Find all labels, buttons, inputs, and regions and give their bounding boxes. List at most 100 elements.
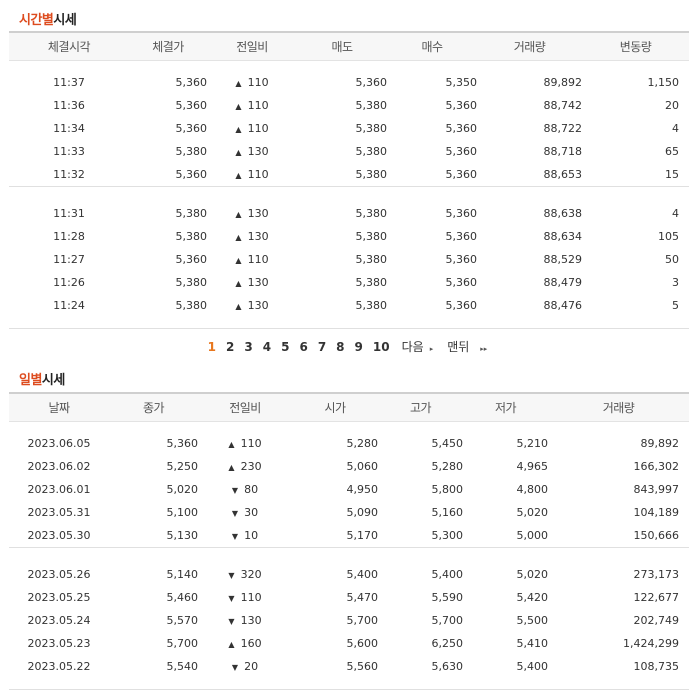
bid-cell: 5,360 <box>445 145 478 158</box>
table-row: 2023.05.22 5,540 ▼ 20 5,560 5,630 5,400 108,735 <box>9 655 689 678</box>
open-cell: 4,950 <box>346 483 379 496</box>
low-cell: 4,965 <box>516 460 549 473</box>
bid-cell: 5,360 <box>445 122 478 135</box>
open-cell: 5,600 <box>346 637 379 650</box>
table-row: 11:26 5,380 ▲ 130 5,380 5,360 88,479 3 <box>9 271 689 294</box>
change-value: 110 <box>240 437 262 450</box>
high-cell: 5,630 <box>431 660 464 673</box>
table-row: 2023.05.30 5,130 ▼ 10 5,170 5,300 5,000 150,666 <box>9 524 689 547</box>
volume-cell: 150,666 <box>633 528 680 542</box>
volume-cell: 88,718 <box>543 145 583 158</box>
change-value: 110 <box>240 591 262 604</box>
last-page-link[interactable]: 맨뒤 ▸▸ <box>442 338 492 355</box>
daily-price-table: 날짜 종가 전일비 시가 고가 저가 거래량 2023.06.05 5,360 ▲ 110 5,28… <box>9 392 689 690</box>
volume-cell: 89,892 <box>543 76 583 89</box>
time-cell: 11:28 <box>53 230 85 243</box>
page-link-8[interactable]: 8 <box>336 340 344 354</box>
date-cell: 2023.05.30 <box>27 528 91 542</box>
down-arrow-icon: ▼ <box>231 509 239 518</box>
change-value: 110 <box>247 167 269 181</box>
down-arrow-icon: ▼ <box>231 663 239 672</box>
time-table-header: 체결시각 체결가 전일비 매도 매수 거래량 변동량 <box>9 31 689 61</box>
volume-cell: 108,735 <box>633 660 680 673</box>
up-arrow-icon: ▲ <box>235 256 242 265</box>
date-cell: 2023.05.26 <box>27 568 91 581</box>
page-link-3[interactable]: 3 <box>244 340 252 354</box>
low-cell: 5,400 <box>516 660 549 673</box>
page-link-10[interactable]: 10 <box>373 340 390 354</box>
change-cell: ▲ 130 <box>207 202 297 225</box>
volume-cell: 88,479 <box>543 276 583 289</box>
change-volume-cell: 50 <box>665 253 679 266</box>
low-cell: 5,020 <box>516 568 549 581</box>
page-link-5[interactable]: 5 <box>281 340 289 354</box>
change-value: 130 <box>247 299 269 312</box>
price-cell: 5,360 <box>175 253 208 266</box>
low-cell: 4,800 <box>516 483 549 496</box>
open-cell: 5,700 <box>346 614 379 627</box>
volume-cell: 202,749 <box>633 614 680 627</box>
volume-cell: 273,173 <box>633 568 680 581</box>
date-cell: 2023.06.01 <box>27 483 91 496</box>
page-link-9[interactable]: 9 <box>355 340 363 354</box>
change-cell: ▲ 130 <box>207 271 297 294</box>
table-row: 2023.05.23 5,700 ▲ 160 5,600 6,250 5,410 1,424,… <box>9 632 689 655</box>
close-cell: 5,250 <box>166 460 199 473</box>
change-cell: ▼ 10 <box>198 524 292 547</box>
page-link-6[interactable]: 6 <box>299 340 307 354</box>
table-end <box>9 678 689 690</box>
table-row: 11:32 5,360 ▲ 110 5,380 5,360 88,653 15 <box>9 163 689 186</box>
ask-cell: 5,380 <box>355 167 388 181</box>
volume-cell: 88,476 <box>543 299 583 312</box>
volume-cell: 89,892 <box>640 437 680 450</box>
change-volume-cell: 4 <box>672 207 679 220</box>
group-separator <box>9 60 689 71</box>
table-row: 11:24 5,380 ▲ 130 5,380 5,360 88,476 5 <box>9 294 689 317</box>
change-volume-cell: 105 <box>658 230 679 243</box>
change-cell: ▼ 30 <box>198 501 292 524</box>
up-arrow-icon: ▲ <box>235 148 242 157</box>
change-volume-cell: 5 <box>672 299 679 312</box>
change-value: 130 <box>247 207 269 220</box>
next-page-link[interactable]: 다음 ▸ <box>397 338 439 355</box>
daily-header-5: 저가 <box>463 392 548 422</box>
time-cell: 11:34 <box>53 122 85 135</box>
daily-header-3: 시가 <box>292 392 378 422</box>
close-cell: 5,540 <box>166 660 199 673</box>
high-cell: 5,590 <box>431 591 464 604</box>
daily-section-title-accent: 일별 <box>19 373 42 388</box>
volume-cell: 88,638 <box>543 207 583 220</box>
change-value: 110 <box>247 76 269 89</box>
page-link-4[interactable]: 4 <box>263 340 271 354</box>
page-link-1[interactable]: 1 <box>208 340 216 354</box>
change-volume-cell: 65 <box>665 145 679 158</box>
close-cell: 5,360 <box>166 437 199 450</box>
group-separator-cell <box>9 421 689 432</box>
page-link-7[interactable]: 7 <box>318 340 326 354</box>
time-section-title-rest: 시세 <box>53 13 77 28</box>
high-cell: 5,300 <box>431 528 464 542</box>
high-cell: 5,800 <box>431 483 464 496</box>
low-cell: 5,420 <box>516 591 549 604</box>
volume-cell: 843,997 <box>633 483 680 496</box>
table-row: 11:28 5,380 ▲ 130 5,380 5,360 88,634 105 <box>9 225 689 248</box>
change-cell: ▼ 130 <box>198 609 292 632</box>
change-value: 230 <box>240 460 262 473</box>
change-volume-cell: 1,150 <box>647 76 680 89</box>
volume-cell: 104,189 <box>633 506 680 519</box>
change-value: 80 <box>244 483 259 496</box>
volume-cell: 166,302 <box>633 460 680 473</box>
ask-cell: 5,380 <box>355 276 388 289</box>
time-price-table: 체결시각 체결가 전일비 매도 매수 거래량 변동량 11:37 5,360 ▲ 110 5,360… <box>9 31 689 329</box>
ask-cell: 5,380 <box>355 299 388 312</box>
ask-cell: 5,380 <box>355 145 388 158</box>
daily-header-1: 종가 <box>109 392 198 422</box>
change-cell: ▲ 110 <box>207 94 297 117</box>
low-cell: 5,500 <box>516 614 549 627</box>
up-arrow-icon: ▲ <box>228 440 235 449</box>
change-cell: ▲ 130 <box>207 225 297 248</box>
up-arrow-icon: ▲ <box>228 463 235 472</box>
page-link-2[interactable]: 2 <box>226 340 234 354</box>
date-cell: 2023.06.02 <box>27 460 91 473</box>
price-cell: 5,380 <box>175 145 208 158</box>
